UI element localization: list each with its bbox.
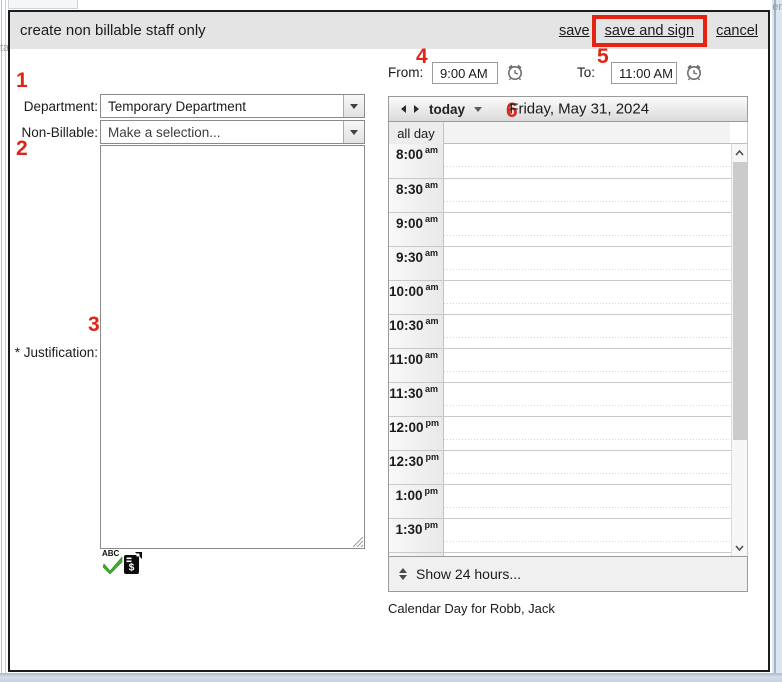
department-label: Department: — [10, 99, 98, 114]
chevron-down-icon — [350, 130, 358, 135]
slot-time-label: 1:00pm — [389, 485, 444, 518]
calendar-header: today 6 Friday, May 31, 2024 — [388, 96, 748, 122]
from-time-input[interactable] — [432, 62, 498, 84]
to-label: To: — [577, 65, 595, 80]
calendar-slot-row: 12:30pm — [389, 450, 748, 484]
calendar-slot-row: 1:00pm — [389, 484, 748, 518]
to-time-input[interactable] — [611, 62, 677, 84]
slot-time-label: 10:30am — [389, 315, 444, 348]
background-page-top-fragment — [8, 0, 78, 9]
background-page-right-edge — [772, 0, 782, 682]
annotation-3: 3 — [88, 314, 100, 335]
background-text-fragment-right: er — [772, 1, 782, 13]
calendar-slot-row: 8:00am — [389, 144, 748, 178]
background-page-bottom-edge — [0, 673, 782, 682]
slot-time-label: 11:30am — [389, 383, 444, 416]
to-clock-icon[interactable] — [684, 62, 704, 82]
department-select-value: Temporary Department — [101, 99, 343, 114]
slot-cell[interactable] — [444, 417, 731, 450]
annotation-1: 1 — [16, 70, 28, 91]
calendar-grid: 8:00am8:30am9:00am9:30am10:00am10:30am11… — [388, 144, 748, 556]
slot-cell[interactable] — [444, 519, 731, 552]
slot-cell[interactable] — [444, 553, 731, 556]
calendar-slot-row: 12:00pm — [389, 416, 748, 450]
calendar-slot-row: 2:00pm — [389, 552, 748, 556]
slot-time-label: 1:30pm — [389, 519, 444, 552]
calendar-slot-row: 9:30am — [389, 246, 748, 280]
all-day-row: all day — [388, 122, 748, 144]
slot-cell[interactable] — [444, 281, 731, 314]
slot-time-label: 12:00pm — [389, 417, 444, 450]
non-billable-select[interactable]: Make a selection... — [100, 120, 365, 144]
all-day-label: all day — [389, 122, 444, 144]
calendar-day-view: today 6 Friday, May 31, 2024 all day 8:0… — [388, 96, 748, 592]
show-24-hours-label: Show 24 hours... — [416, 566, 521, 582]
scrollbar-up-arrow-icon[interactable] — [732, 144, 747, 161]
annotation-4: 4 — [416, 46, 428, 67]
dialog-title: create non billable staff only — [20, 22, 206, 39]
dialog-titlebar: create non billable staff only save save… — [10, 12, 768, 49]
expand-collapse-icon — [399, 568, 407, 580]
create-non-billable-dialog: create non billable staff only save save… — [8, 10, 770, 672]
next-day-arrow-icon[interactable] — [414, 105, 419, 113]
slot-cell[interactable] — [444, 247, 731, 280]
slot-time-label: 12:30pm — [389, 451, 444, 484]
slot-time-label: 9:00am — [389, 213, 444, 246]
non-billable-select-value: Make a selection... — [101, 125, 343, 140]
save-and-sign-highlight-box: save and sign — [592, 15, 707, 47]
annotation-5: 5 — [597, 46, 609, 67]
calendar-slot-row: 11:00am — [389, 348, 748, 382]
previous-day-arrow-icon[interactable] — [401, 105, 406, 113]
department-select[interactable]: Temporary Department — [100, 94, 365, 118]
calendar-caption: Calendar Day for Robb, Jack — [388, 601, 555, 616]
slot-cell[interactable] — [444, 315, 731, 348]
justification-textarea[interactable] — [100, 145, 365, 549]
save-and-sign-link[interactable]: save and sign — [605, 23, 694, 39]
calendar-grid-rows: 8:00am8:30am9:00am9:30am10:00am10:30am11… — [389, 144, 748, 556]
calendar-slot-row: 1:30pm — [389, 518, 748, 552]
calendar-scrollbar[interactable] — [731, 144, 748, 556]
slot-time-label: 9:30am — [389, 247, 444, 280]
all-day-cell[interactable] — [444, 122, 730, 144]
slot-time-label: 10:00am — [389, 281, 444, 314]
slot-time-label: 11:00am — [389, 349, 444, 382]
department-select-arrow-button[interactable] — [343, 95, 364, 117]
from-clock-icon[interactable] — [505, 62, 525, 82]
calendar-slot-row: 10:00am — [389, 280, 748, 314]
background-page-left-edge — [0, 0, 8, 682]
non-billable-label: Non-Billable: — [10, 125, 98, 140]
calendar-slot-row: 11:30am — [389, 382, 748, 416]
all-day-spacer — [730, 122, 747, 144]
calendar-slot-row: 8:30am — [389, 178, 748, 212]
calendar-date-title: Friday, May 31, 2024 — [509, 101, 649, 118]
slot-cell[interactable] — [444, 144, 731, 178]
svg-text:$: $ — [129, 563, 135, 574]
justification-label: * Justification: — [10, 345, 98, 360]
slot-cell[interactable] — [444, 179, 731, 212]
slot-time-label: 8:00am — [389, 144, 444, 178]
cancel-link[interactable]: cancel — [716, 23, 758, 39]
scrollbar-down-arrow-icon[interactable] — [732, 539, 747, 556]
slot-cell[interactable] — [444, 213, 731, 246]
calendar-slot-row: 9:00am — [389, 212, 748, 246]
slot-cell[interactable] — [444, 383, 731, 416]
slot-cell[interactable] — [444, 349, 731, 382]
billing-document-icon[interactable]: $ — [123, 551, 143, 576]
save-link[interactable]: save — [559, 23, 590, 39]
slot-time-label: 2:00pm — [389, 553, 444, 556]
show-24-hours-button[interactable]: Show 24 hours... — [388, 556, 748, 592]
today-button[interactable]: today — [429, 102, 465, 117]
non-billable-select-arrow-button[interactable] — [343, 121, 364, 143]
chevron-down-icon — [350, 104, 358, 109]
calendar-slot-row: 10:30am — [389, 314, 748, 348]
from-label: From: — [388, 65, 423, 80]
slot-time-label: 8:30am — [389, 179, 444, 212]
scrollbar-thumb[interactable] — [733, 162, 747, 440]
annotation-2: 2 — [16, 138, 28, 159]
slot-cell[interactable] — [444, 485, 731, 518]
slot-cell[interactable] — [444, 451, 731, 484]
today-dropdown-icon[interactable] — [474, 107, 482, 112]
